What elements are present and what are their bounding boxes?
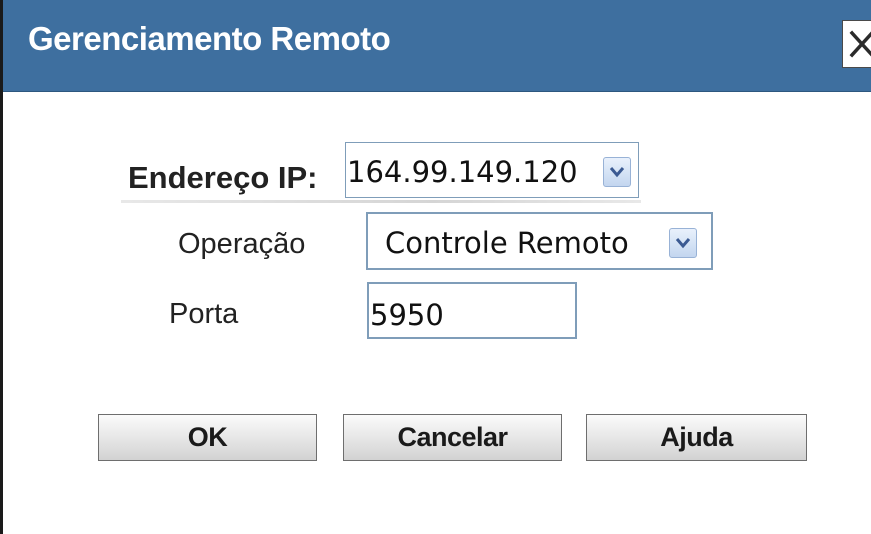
ip-address-select[interactable]: 164.99.149.120 <box>345 142 639 198</box>
dialog-title: Gerenciamento Remoto <box>28 20 391 57</box>
operation-select[interactable]: Controle Remoto <box>366 212 713 270</box>
chevron-down-icon <box>609 167 625 178</box>
port-input[interactable] <box>367 282 577 339</box>
operation-dropdown-button[interactable] <box>669 228 697 258</box>
ip-address-value: 164.99.149.120 <box>347 155 578 189</box>
dialog-titlebar[interactable]: Gerenciamento Remoto <box>3 0 871 92</box>
close-button[interactable] <box>842 20 871 68</box>
chevron-down-icon <box>675 238 691 249</box>
ok-button[interactable]: OK <box>98 414 317 461</box>
ip-address-label: Endereço IP: <box>128 160 318 195</box>
ip-label-divider <box>121 200 641 203</box>
ip-dropdown-button[interactable] <box>603 157 631 187</box>
help-button[interactable]: Ajuda <box>586 414 807 461</box>
operation-value: Controle Remoto <box>385 226 629 260</box>
operation-label: Operação <box>178 228 306 260</box>
port-label: Porta <box>169 298 239 330</box>
cancel-button[interactable]: Cancelar <box>343 414 562 461</box>
remote-management-dialog: Gerenciamento Remoto Endereço IP: 164.99… <box>0 0 871 534</box>
close-x-icon <box>849 30 871 58</box>
